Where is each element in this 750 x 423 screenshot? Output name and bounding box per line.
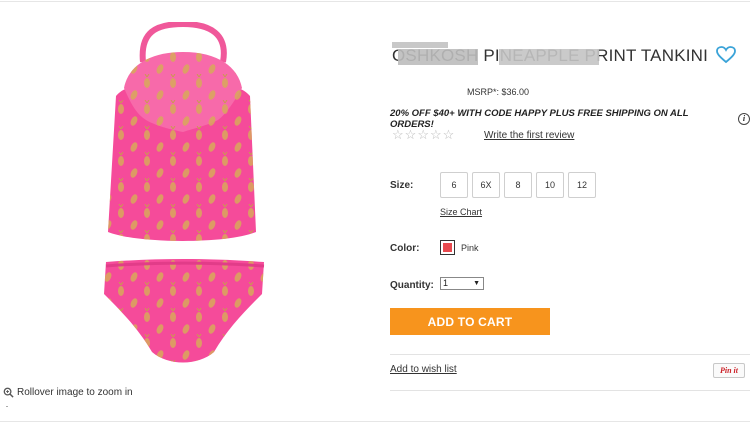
heart-icon[interactable] xyxy=(716,46,736,64)
divider xyxy=(390,390,750,391)
color-name: Pink xyxy=(461,243,479,253)
size-option[interactable]: 10 xyxy=(536,172,564,198)
msrp-price: MSRP*: $36.00 xyxy=(467,87,530,97)
add-to-wishlist-link[interactable]: Add to wish list xyxy=(390,364,457,375)
zoom-hint-text: Rollover image to zoom in xyxy=(17,387,133,398)
size-chart-link[interactable]: Size Chart xyxy=(440,207,482,217)
add-to-cart-button[interactable]: ADD TO CART xyxy=(390,308,550,335)
zoom-hint: Rollover image to zoom in xyxy=(3,387,133,398)
size-label: Size: xyxy=(390,180,414,191)
star-icon: ☆ xyxy=(404,127,417,142)
color-swatch-pink[interactable] xyxy=(440,240,455,255)
top-divider xyxy=(0,1,750,2)
star-icon: ☆ xyxy=(392,127,404,142)
brand-logo-blurred xyxy=(392,36,448,48)
size-option[interactable]: 12 xyxy=(568,172,596,198)
title-blur-2 xyxy=(499,49,599,65)
size-options: 6 6X 8 10 12 xyxy=(440,172,596,198)
info-icon[interactable]: i xyxy=(738,113,750,125)
color-label: Color: xyxy=(390,243,420,254)
bottom-divider xyxy=(0,421,750,422)
size-option[interactable]: 8 xyxy=(504,172,532,198)
title-blur-1 xyxy=(398,49,478,65)
star-icon: ☆ xyxy=(429,127,442,142)
star-icon: ☆ xyxy=(442,127,455,142)
magnifier-icon xyxy=(3,387,14,398)
size-option[interactable]: 6X xyxy=(472,172,500,198)
product-title-row: OSHKOSH PINEAPPLE PRINT TANKINI xyxy=(392,46,708,68)
separator-dot xyxy=(6,406,8,407)
rating-stars: ☆ ☆ ☆ ☆ ☆ xyxy=(392,127,454,143)
pinterest-pin-button[interactable]: Pin it xyxy=(713,363,745,378)
quantity-value: 1 xyxy=(443,278,449,288)
write-review-link[interactable]: Write the first review xyxy=(484,130,574,141)
dropdown-arrow-icon: ▼ xyxy=(473,280,480,287)
quantity-select[interactable]: 1 ▼ xyxy=(440,277,484,290)
product-image[interactable] xyxy=(88,20,278,370)
size-option[interactable]: 6 xyxy=(440,172,468,198)
divider xyxy=(390,354,750,355)
quantity-label: Quantity: xyxy=(390,280,434,291)
star-icon: ☆ xyxy=(417,127,429,142)
